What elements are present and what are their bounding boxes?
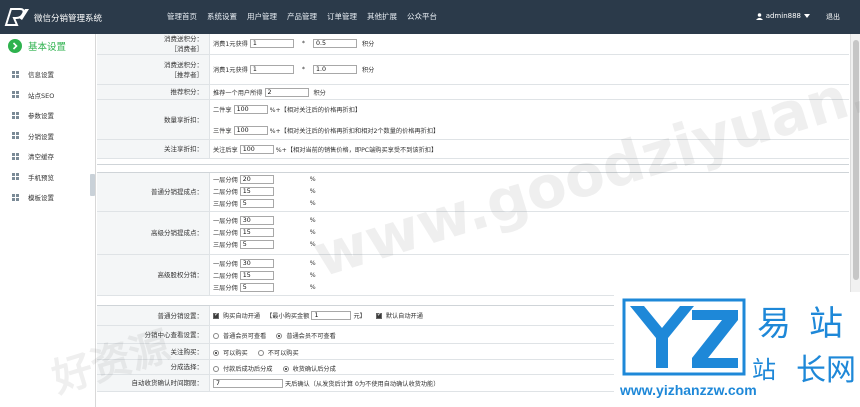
row-label: 普通分销提成点： bbox=[97, 173, 210, 211]
row-label: 分成选择： bbox=[97, 360, 210, 374]
grid-icon bbox=[12, 193, 19, 201]
chevron-down-icon bbox=[804, 14, 810, 18]
three-item-discount-input[interactable]: 100 bbox=[233, 126, 268, 135]
sidebar-title: 基本设置 bbox=[28, 42, 67, 53]
form-row-senior-share: 高级股权分销： 一层分佣 30% 二层分佣 15% 三层分佣 5% bbox=[97, 255, 849, 296]
site-badge: 易 站 站 长网 www.yizhanzzw.com bbox=[614, 292, 860, 407]
sidebar-item-params[interactable]: 参数设置 bbox=[12, 105, 96, 126]
row-label: 普通分销设置： bbox=[97, 306, 210, 325]
sidebar-item-label: 手机预览 bbox=[28, 173, 54, 182]
badge-chinese-text: 易 站 站 长网 bbox=[752, 304, 856, 388]
nav-orders[interactable]: 订单管理 bbox=[322, 11, 362, 22]
yz-logo-icon bbox=[622, 298, 746, 376]
form-row-quantity-discount: 数量享折扣： 二件享 100 %+【相对关注后的价格再折扣】 三件享 100 %… bbox=[97, 100, 849, 140]
auto-open-checkbox[interactable] bbox=[213, 311, 219, 319]
cannot-buy-radio[interactable] bbox=[257, 349, 264, 356]
normal-level1-input[interactable]: 20 bbox=[239, 175, 274, 184]
sidebar-header: 基本设置 bbox=[8, 39, 66, 53]
logo-icon bbox=[4, 8, 29, 26]
sidebar-item-clear-cache[interactable]: 清空缓存 bbox=[12, 146, 96, 167]
nav-users[interactable]: 用户管理 bbox=[242, 11, 282, 22]
auto-confirm-days-input[interactable]: 7 bbox=[213, 379, 283, 388]
nav-extensions[interactable]: 其他扩展 bbox=[362, 11, 402, 22]
scrollbar-thumb[interactable] bbox=[853, 40, 859, 280]
share-level1-input[interactable]: 30 bbox=[239, 259, 274, 268]
logout-link[interactable]: 退出 bbox=[826, 12, 840, 22]
user-icon bbox=[755, 12, 763, 20]
nav-wechat[interactable]: 公众平台 bbox=[402, 11, 442, 22]
row-label: 高级股权分销： bbox=[97, 255, 210, 295]
row-label: 分销中心查看设置： bbox=[97, 326, 210, 343]
main-nav: 管理首页 系统设置 用户管理 产品管理 订单管理 其他扩展 公众平台 bbox=[162, 11, 442, 22]
sidebar-item-label: 模板设置 bbox=[28, 194, 54, 203]
grid-icon bbox=[12, 111, 19, 119]
referrer-points-rate-input[interactable]: 1.0 bbox=[312, 65, 357, 74]
sidebar-item-label: 分销设置 bbox=[28, 132, 54, 141]
form-row-normal-commission: 普通分销提成点： 一层分佣 20% 二层分佣 15% 三层分佣 5% bbox=[97, 173, 849, 212]
sidebar: 基本设置 信息设置 站点SEO 参数设置 分销设置 清空缓存 手机预览 模板设置 bbox=[0, 34, 96, 407]
view-denied-radio[interactable] bbox=[276, 332, 283, 339]
sidebar-item-distribution[interactable]: 分销设置 bbox=[12, 126, 96, 147]
nav-system[interactable]: 系统设置 bbox=[202, 11, 242, 22]
sidebar-item-label: 参数设置 bbox=[28, 112, 54, 121]
sidebar-item-label: 站点SEO bbox=[28, 91, 55, 100]
view-allowed-radio[interactable] bbox=[213, 332, 219, 339]
sidebar-item-label: 清空缓存 bbox=[28, 153, 54, 162]
row-label: 关注购买： bbox=[97, 344, 210, 359]
grid-icon bbox=[12, 91, 19, 99]
senior-level3-input[interactable]: 5 bbox=[239, 240, 274, 249]
row-label: 数量享折扣： bbox=[97, 100, 210, 139]
senior-level1-input[interactable]: 30 bbox=[239, 216, 274, 225]
top-bar: 微信分销管理系统 管理首页 系统设置 用户管理 产品管理 订单管理 其他扩展 公… bbox=[0, 0, 860, 34]
row-label: 关注享折扣： bbox=[97, 140, 210, 158]
row-label: 高级分销提成点： bbox=[97, 212, 210, 254]
can-buy-radio[interactable] bbox=[213, 349, 219, 356]
follow-discount-input[interactable]: 100 bbox=[239, 145, 274, 154]
row-label: 消费送积分： ［推荐者］ bbox=[97, 55, 210, 84]
form-row-senior-commission: 高级分销提成点： 一层分佣 30% 二层分佣 15% 三层分佣 5% bbox=[97, 212, 849, 255]
nav-home[interactable]: 管理首页 bbox=[162, 11, 202, 22]
sidebar-list: 信息设置 站点SEO 参数设置 分销设置 清空缓存 手机预览 模板设置 bbox=[12, 64, 96, 208]
grid-icon bbox=[12, 132, 19, 140]
form-row-consumer-points: 消费送积分： ［消费者］ 消费1元获得 1 * 0.5 积分 bbox=[97, 34, 849, 55]
share-level3-input[interactable]: 5 bbox=[239, 283, 274, 292]
sidebar-item-template[interactable]: 模板设置 bbox=[12, 187, 96, 208]
arrow-right-icon bbox=[8, 39, 22, 53]
sidebar-item-label: 信息设置 bbox=[28, 71, 54, 80]
normal-level3-input[interactable]: 5 bbox=[239, 199, 274, 208]
senior-level2-input[interactable]: 15 bbox=[239, 228, 274, 237]
referrer-points-base-input[interactable]: 1 bbox=[249, 65, 294, 74]
share-level2-input[interactable]: 15 bbox=[239, 271, 274, 280]
badge-url: www.yizhanzzw.com bbox=[620, 382, 757, 398]
field-prefix: 消费1元获得 bbox=[213, 41, 248, 48]
consumer-points-base-input[interactable]: 1 bbox=[249, 39, 294, 48]
default-open-checkbox[interactable] bbox=[375, 311, 382, 319]
row-label: 自动收货确认时间期限： bbox=[97, 375, 210, 391]
brand-title: 微信分销管理系统 bbox=[34, 14, 103, 24]
username: admin888 bbox=[765, 12, 801, 20]
recommend-points-input[interactable]: 2 bbox=[264, 88, 309, 97]
sidebar-item-seo[interactable]: 站点SEO bbox=[12, 85, 96, 106]
row-label: 推荐积分： bbox=[97, 85, 210, 99]
nav-products[interactable]: 产品管理 bbox=[282, 11, 322, 22]
grid-icon bbox=[12, 152, 19, 160]
normal-level2-input[interactable]: 15 bbox=[239, 187, 274, 196]
grid-icon bbox=[12, 173, 19, 181]
sidebar-item-info[interactable]: 信息设置 bbox=[12, 64, 96, 85]
settle-on-receipt-radio[interactable] bbox=[282, 365, 289, 372]
sidebar-toggle[interactable] bbox=[90, 174, 95, 196]
settle-on-payment-radio[interactable] bbox=[213, 365, 219, 372]
consumer-points-rate-input[interactable]: 0.5 bbox=[312, 39, 357, 48]
form-row-referrer-points: 消费送积分： ［推荐者］ 消费1元获得 1 * 1.0 积分 bbox=[97, 55, 849, 85]
sidebar-item-mobile-preview[interactable]: 手机预览 bbox=[12, 167, 96, 188]
section-divider bbox=[97, 165, 849, 173]
form-row-follow-discount: 关注享折扣： 关注后享 100 %+【相对当前的销售价格，即PC端购买享受不到该… bbox=[97, 140, 849, 159]
form-row-recommend-points: 推荐积分： 推荐一个用户所得 2 积分 bbox=[97, 85, 849, 100]
row-label: 消费送积分： ［消费者］ bbox=[97, 34, 210, 54]
grid-icon bbox=[12, 70, 19, 78]
min-amount-input[interactable]: 1 bbox=[311, 311, 352, 320]
user-menu[interactable]: admin888 bbox=[755, 12, 810, 20]
two-item-discount-input[interactable]: 100 bbox=[233, 105, 268, 114]
